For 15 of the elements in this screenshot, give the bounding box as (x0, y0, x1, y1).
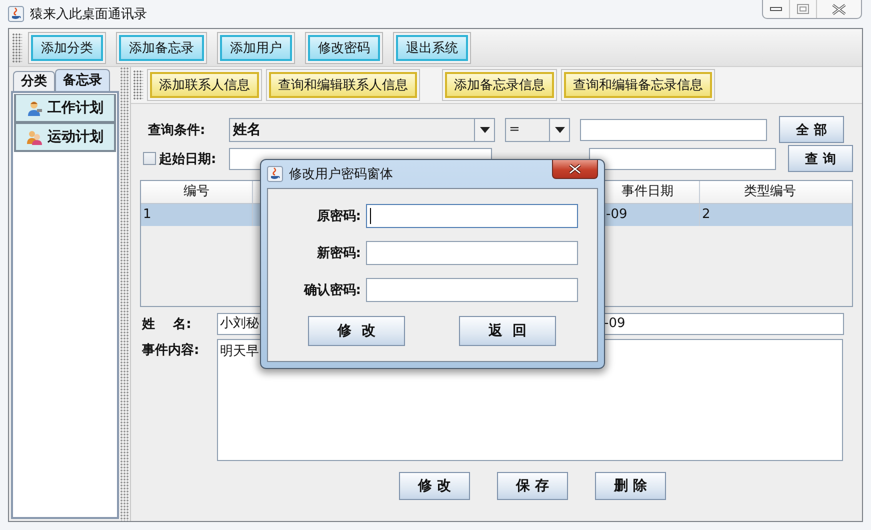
category-label: 工作计划 (47, 99, 104, 117)
field-label: 起始日期: (159, 150, 218, 168)
dropdown-value: 姓名 (232, 120, 262, 140)
field-label: 查询条件: (147, 122, 206, 138)
window-title: 猿来入此桌面通讯录 (30, 6, 147, 23)
field-label: 确认密码: (302, 282, 362, 299)
field-label: 姓 名: (140, 316, 192, 333)
field-label: 新密码: (316, 244, 362, 262)
dialog-title: 修改用户密码窗体 (289, 166, 393, 183)
field-label: 事件内容: (141, 342, 200, 359)
table-cell-text: 2 (701, 206, 712, 224)
dropdown-value: = (508, 120, 521, 138)
category-label: 运动计划 (47, 128, 104, 146)
field-label: 原密码: (316, 208, 362, 225)
table-cell: 1 (141, 204, 253, 226)
